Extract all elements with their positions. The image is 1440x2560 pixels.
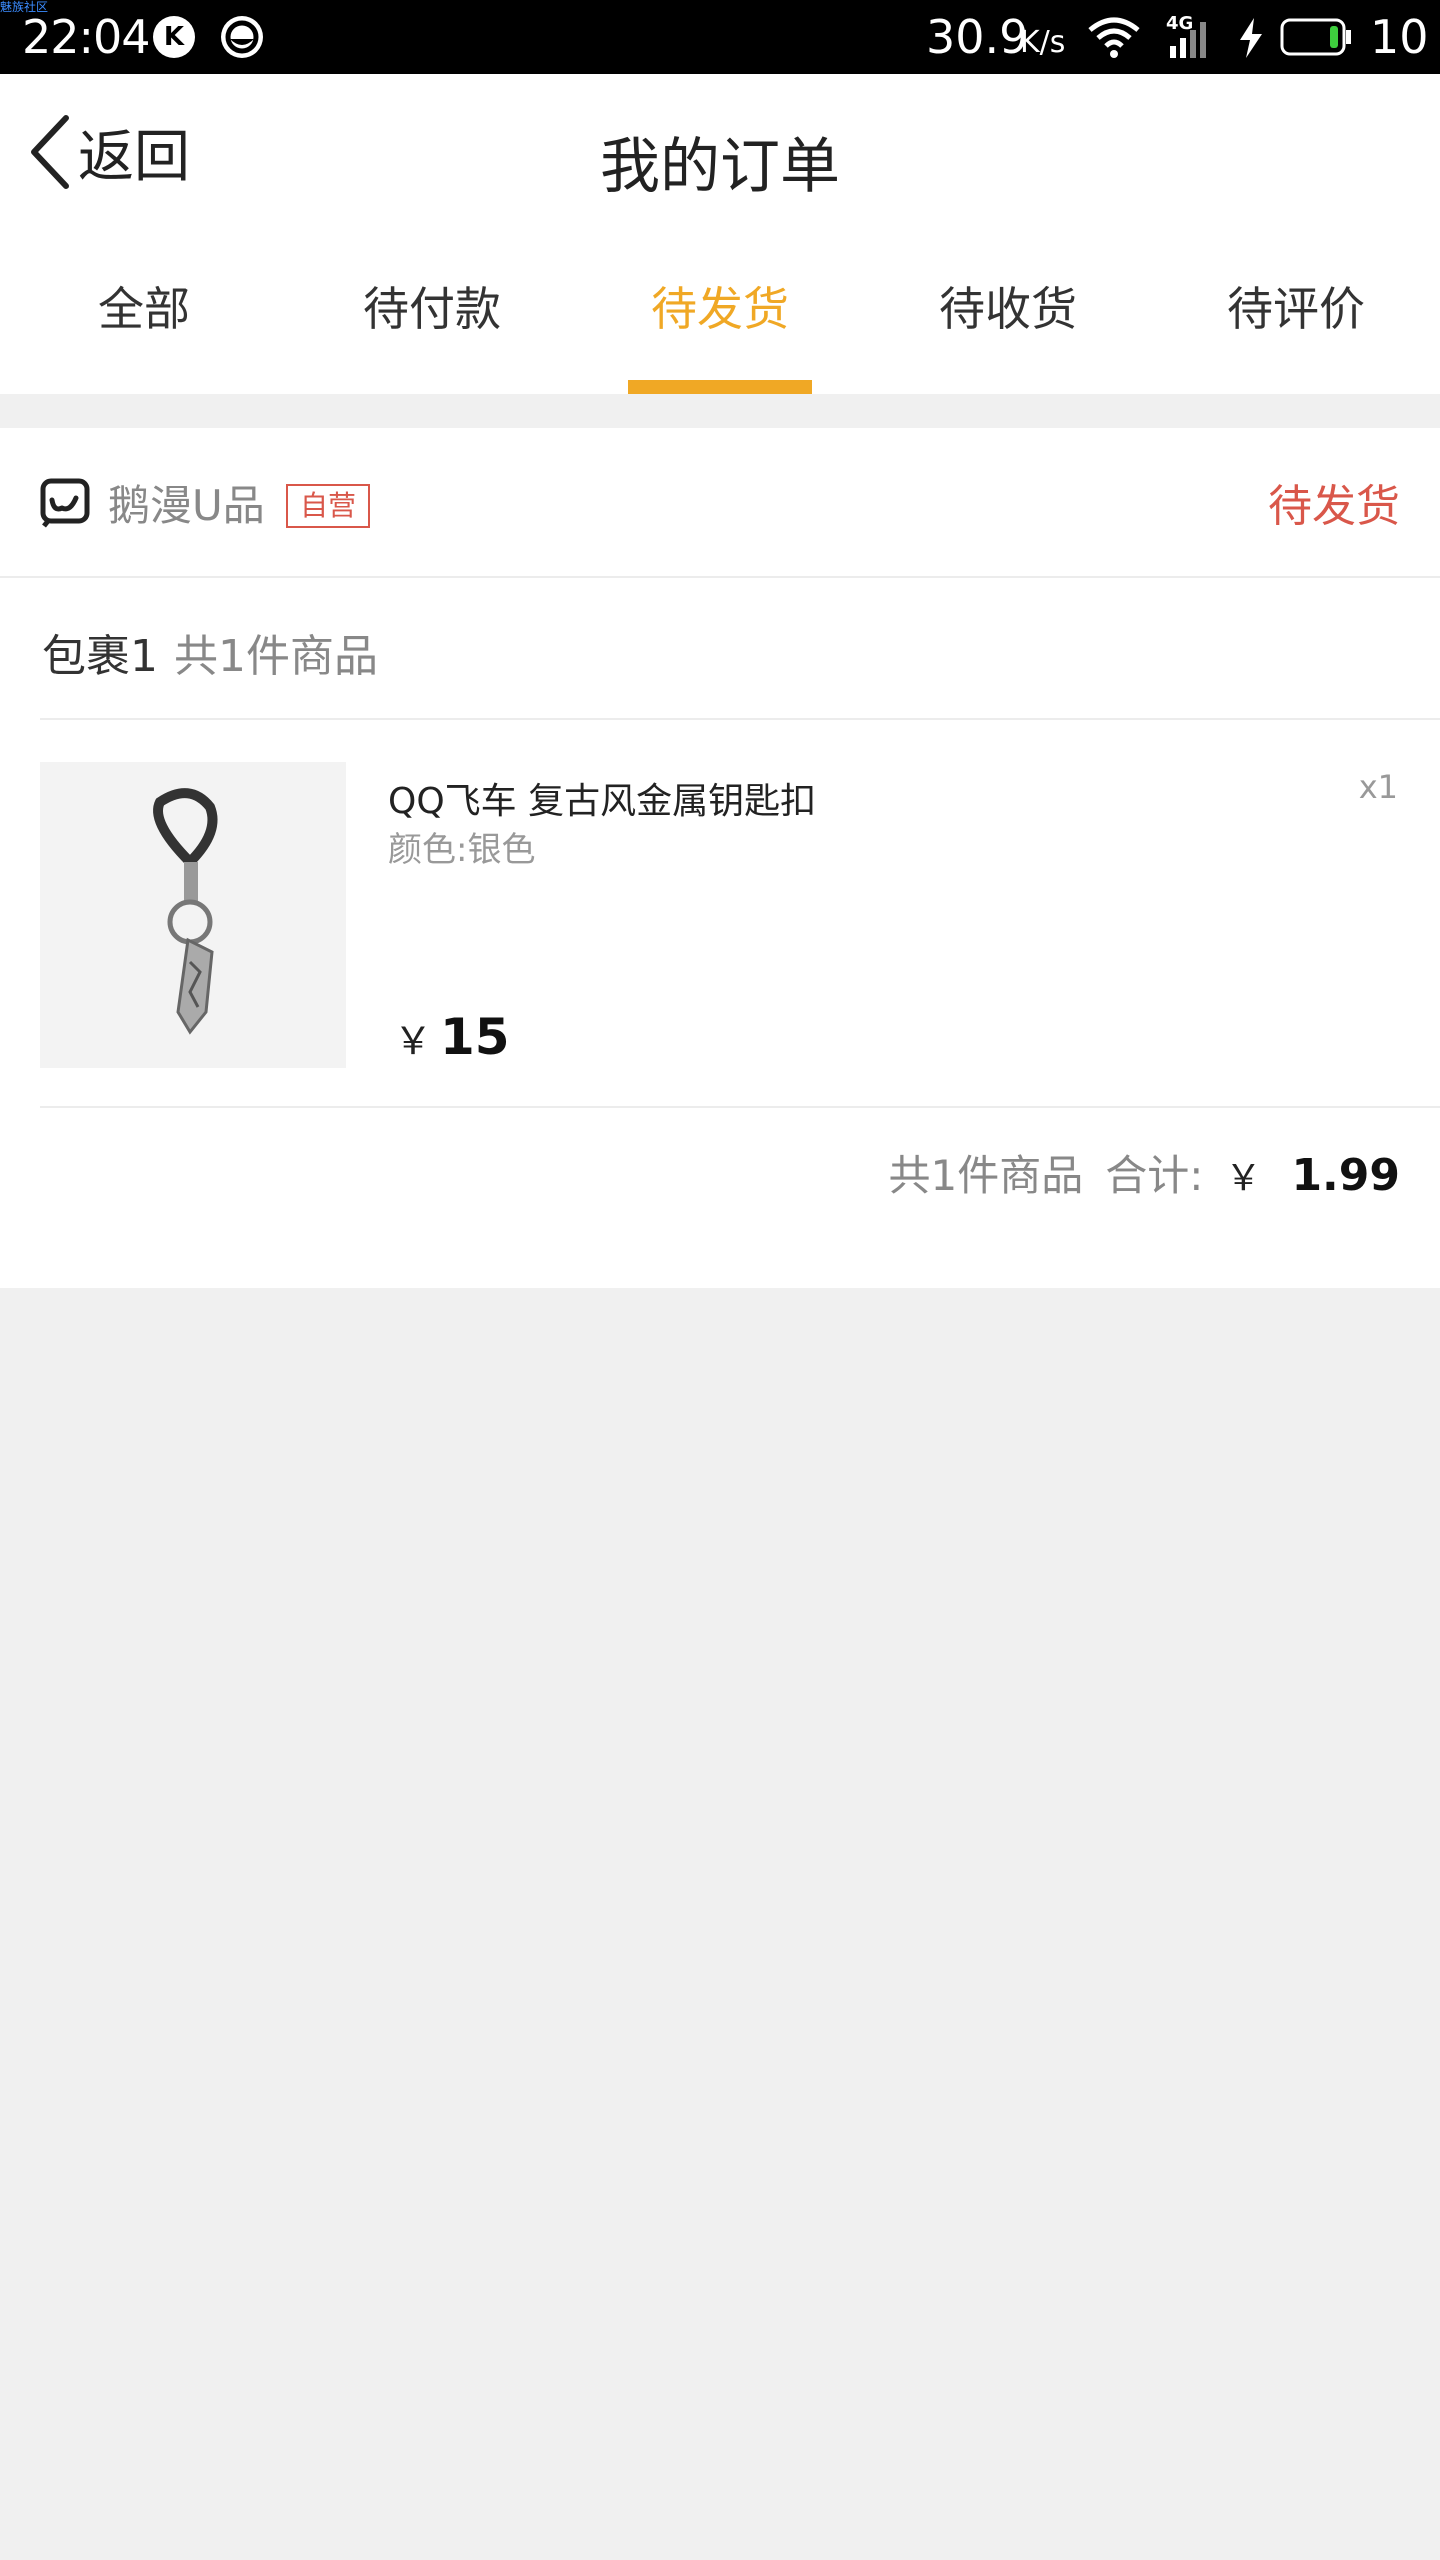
signal-icon [1170,22,1206,58]
network-speed: 30.9 [926,10,1029,64]
package-title: 包裹1 [42,631,158,682]
active-tab-indicator [628,380,812,394]
order-card[interactable]: 鹅漫U品 自营 待发货 包裹1 共1件商品 QQ飞车 复古风金属钥匙扣 颜色:银… [0,428,1440,1288]
total-label: 合计: [1105,1151,1204,1200]
order-status: 待发货 [1268,481,1400,532]
status-time: 22:04 [22,10,151,64]
wifi-icon [1088,17,1140,58]
qq-browser-icon [221,16,263,58]
shop-row[interactable]: 鹅漫U品 自营 待发货 [0,428,1440,578]
page-title: 我的订单 [600,132,840,202]
tab-pending-receipt[interactable]: 待收货 [864,244,1152,394]
total-item-count: 共1件商品 [888,1151,1084,1200]
battery-level: 10 [1370,10,1429,64]
tab-all[interactable]: 全部 [0,244,288,394]
price-currency: ￥ [394,1019,433,1063]
total-currency: ￥ [1225,1158,1262,1199]
tab-pending-shipment[interactable]: 待发货 [576,244,864,394]
divider [40,1106,1440,1108]
product-quantity: x1 [1358,768,1398,806]
shop-icon [40,478,90,528]
charging-icon [1240,18,1262,58]
tab-pending-payment[interactable]: 待付款 [288,244,576,394]
product-price-row: ￥ 15 [394,1008,510,1066]
k-app-icon: K [153,16,195,58]
header: 返回 我的订单 [0,74,1440,244]
product-price: 15 [440,1008,510,1066]
product-name[interactable]: QQ飞车 复古风金属钥匙扣 [388,772,816,824]
product-spec: 颜色:银色 [388,830,536,870]
shop-name: 鹅漫U品 [108,481,265,530]
product-image[interactable] [40,762,346,1068]
self-operated-tag: 自营 [286,484,371,528]
total-amount: 1.99 [1291,1150,1400,1201]
package-row: 包裹1 共1件商品 [0,578,1440,718]
tab-pending-review[interactable]: 待评价 [1152,244,1440,394]
order-tabs: 全部 待付款 待发货 待收货 待评价 [0,244,1440,394]
divider [40,718,1440,720]
order-total-row: 共1件商品 合计: ￥ 1.99 [889,1142,1400,1203]
status-bar: 魅族社区 22:04 K 30.9 K/s 4G 10 [0,0,1440,74]
battery-icon [1280,18,1351,56]
package-count: 共1件商品 [174,631,378,682]
network-speed-unit: K/s [1020,25,1066,60]
